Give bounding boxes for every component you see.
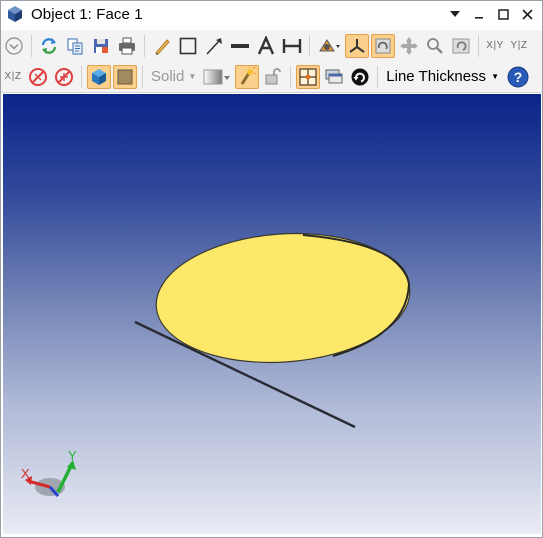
orbit-icon[interactable] (348, 65, 372, 89)
print-icon[interactable] (115, 34, 139, 58)
gradient-icon[interactable] (201, 65, 233, 89)
separator (309, 34, 310, 57)
reset-view-icon[interactable] (449, 34, 473, 58)
separator (31, 34, 32, 57)
yz-plane-icon[interactable]: Y|Z (508, 34, 530, 58)
light-icon[interactable] (235, 64, 260, 89)
dimension-icon[interactable] (280, 34, 304, 58)
chevron-down-icon: ▼ (491, 72, 499, 81)
rotate-view-icon[interactable] (371, 33, 395, 58)
xy-plane-icon[interactable]: X|Y (484, 34, 506, 58)
no-rotate2-icon[interactable] (52, 65, 76, 89)
separator (144, 34, 145, 57)
arrow-line-icon[interactable] (202, 34, 226, 58)
xz-plane-icon[interactable]: X|Z (2, 65, 24, 89)
svg-text:?: ? (514, 69, 523, 85)
refresh-icon[interactable] (37, 34, 61, 58)
shading-mode-label: Solid (151, 68, 185, 85)
close-button[interactable] (516, 3, 538, 25)
window-controls (442, 1, 538, 27)
save-icon[interactable] (89, 34, 113, 58)
chevron-circle-icon[interactable] (2, 34, 26, 58)
separator (377, 65, 379, 88)
solid-box-icon[interactable] (113, 64, 137, 89)
separator (81, 65, 82, 88)
line-thickness-label: Line Thickness (386, 68, 487, 85)
help-icon[interactable]: ? (506, 65, 530, 89)
separator (290, 65, 292, 88)
separator (478, 34, 479, 57)
grid-icon[interactable] (296, 64, 321, 89)
minimize-button[interactable] (468, 3, 490, 25)
chevron-down-icon: ▼ (188, 72, 197, 81)
viewer-window: Object 1: Face 1 X|Y Y|Z X|Z Solid ▼ Lin… (0, 0, 543, 538)
y-axis-label: Y (68, 448, 77, 463)
pencil-icon[interactable] (150, 34, 174, 58)
copy-icon[interactable] (63, 34, 87, 58)
zoom-icon[interactable] (423, 34, 447, 58)
toolbar-top: X|Y Y|Z (1, 30, 542, 61)
lock-icon[interactable] (261, 65, 285, 89)
x-axis-label: X (21, 466, 30, 481)
menu-dropdown-icon[interactable] (444, 3, 466, 25)
rectangle-icon[interactable] (176, 34, 200, 58)
shading-mode-dropdown[interactable]: Solid ▼ (147, 65, 200, 89)
toolbar-bottom: X|Z Solid ▼ Line Thickness ▼ ? (1, 61, 542, 93)
no-rotate-icon[interactable] (26, 65, 50, 89)
3d-viewport[interactable]: X Y (3, 94, 541, 534)
line-thickness-dropdown[interactable]: Line Thickness ▼ (382, 65, 503, 89)
cube-app-icon (8, 6, 22, 22)
3d-cube-icon[interactable] (87, 64, 111, 89)
axis-view-icon[interactable] (345, 33, 369, 58)
line-icon[interactable] (228, 34, 252, 58)
pan-icon[interactable] (397, 34, 421, 58)
title-bar: Object 1: Face 1 (1, 1, 542, 27)
axis-triad: X Y (21, 448, 77, 497)
camera-icon[interactable] (315, 34, 343, 58)
text-icon[interactable] (254, 34, 278, 58)
window-title: Object 1: Face 1 (31, 5, 143, 23)
separator (142, 65, 143, 88)
scene-canvas: X Y (21, 232, 411, 497)
layers-icon[interactable] (322, 65, 346, 89)
maximize-button[interactable] (492, 3, 514, 25)
